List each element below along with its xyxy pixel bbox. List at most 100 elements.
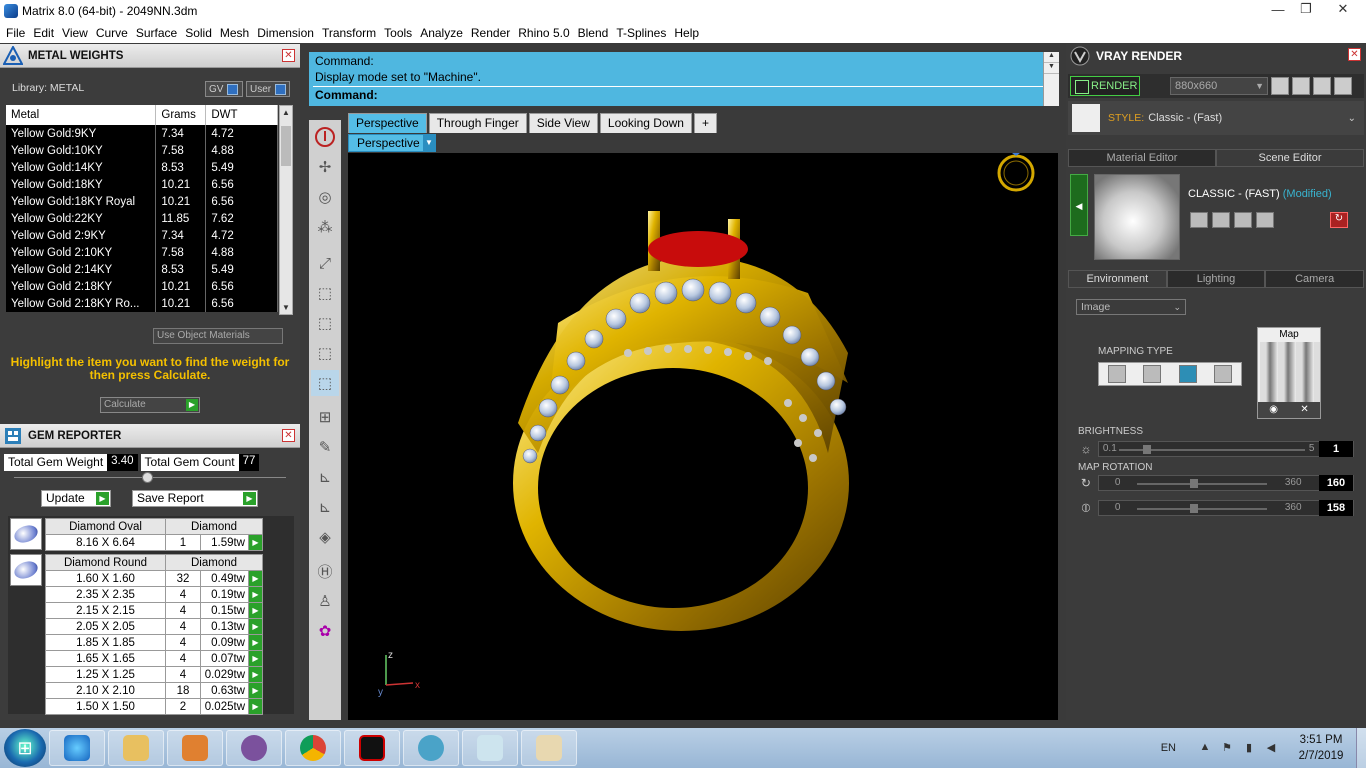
menu-transform[interactable]: Transform — [318, 26, 380, 40]
table-row[interactable]: Yellow Gold 2:10KY 7.58 4.88 — [6, 244, 278, 261]
minimize-button[interactable]: — — [1264, 0, 1292, 18]
taskbar-viber[interactable] — [226, 730, 282, 766]
menu-analyze[interactable]: Analyze — [416, 26, 467, 40]
3d-viewport[interactable]: z x y — [348, 153, 1058, 720]
cube-front-icon[interactable]: ⬚ — [311, 310, 339, 336]
tab-camera[interactable]: Camera — [1265, 270, 1365, 288]
mapping-sphere-icon[interactable] — [1178, 365, 1197, 383]
metal-weights-close-icon[interactable]: ✕ — [282, 49, 295, 62]
tab-through-finger[interactable]: Through Finger — [428, 113, 527, 133]
table-row[interactable]: Yellow Gold 2:9KY 7.34 4.72 — [6, 227, 278, 244]
table-row[interactable]: Yellow Gold:18KY Royal 10.21 6.56 — [6, 193, 278, 210]
axes-icon[interactable]: ⤢ — [311, 250, 339, 276]
table-row[interactable]: 1.25 X 1.25 4 0.029tw ▶ — [45, 666, 263, 683]
rotation-value[interactable]: 158 — [1319, 500, 1353, 516]
history-icon[interactable]: Ⓗ — [311, 558, 339, 584]
cube-top-icon[interactable]: ⬚ — [311, 280, 339, 306]
menu-file[interactable]: File — [2, 26, 29, 40]
ortho-off-icon[interactable]: ⊾ — [311, 464, 339, 490]
table-row[interactable]: 2.05 X 2.05 4 0.13tw ▶ — [45, 618, 263, 635]
select-arrow-icon[interactable]: ▶ — [248, 666, 263, 683]
table-row[interactable]: Yellow Gold:9KY 7.34 4.72 — [6, 125, 278, 142]
globe-icon[interactable]: ◎ — [311, 184, 339, 210]
select-arrow-icon[interactable]: ▶ — [248, 650, 263, 667]
scroll-thumb[interactable] — [281, 126, 291, 166]
menu-view[interactable]: View — [58, 26, 92, 40]
table-row[interactable]: 1.65 X 1.65 4 0.07tw ▶ — [45, 650, 263, 667]
menu-tools[interactable]: Tools — [380, 26, 416, 40]
collapse-arrow-icon[interactable]: ◀ — [1070, 174, 1088, 236]
table-row[interactable]: 1.50 X 1.50 2 0.025tw ▶ — [45, 698, 263, 715]
export-icon[interactable] — [1256, 212, 1274, 228]
clock[interactable]: 3:51 PM 2/7/2019 — [1286, 732, 1356, 764]
select-arrow-icon[interactable]: ▶ — [248, 570, 263, 587]
tab-scene-editor[interactable]: Scene Editor — [1216, 149, 1364, 167]
select-arrow-icon[interactable]: ▶ — [248, 618, 263, 635]
table-row[interactable]: Yellow Gold 2:18KY 10.21 6.56 — [6, 278, 278, 295]
pencil-icon[interactable]: ✎ — [311, 434, 339, 460]
menu-mesh[interactable]: Mesh — [216, 26, 253, 40]
color-picker-icon[interactable]: ◉ — [1269, 402, 1278, 418]
stop-icon[interactable] — [311, 124, 339, 150]
grid-snap-icon[interactable]: ⊞ — [311, 404, 339, 430]
cube-perspective-icon[interactable]: ⬚ — [311, 370, 339, 396]
table-row[interactable]: Yellow Gold:22KY 11.85 7.62 — [6, 210, 278, 227]
cube-side-icon[interactable]: ⬚ — [311, 340, 339, 366]
person-icon[interactable]: ♙ — [311, 588, 339, 614]
menu-tsplines[interactable]: T-Splines — [612, 26, 670, 40]
table-row[interactable]: Yellow Gold:14KY 8.53 5.49 — [6, 159, 278, 176]
gem-splitter[interactable] — [14, 472, 286, 483]
taskbar-explorer[interactable] — [108, 730, 164, 766]
tab-lighting[interactable]: Lighting — [1166, 270, 1266, 288]
resolution-select[interactable]: 880x660 ▼ — [1170, 77, 1268, 95]
slider-knob[interactable] — [1142, 445, 1151, 454]
viewport-mode-dropdown[interactable]: Perspective ▼ — [348, 134, 436, 152]
save-as-icon[interactable] — [1212, 212, 1230, 228]
menu-blend[interactable]: Blend — [574, 26, 613, 40]
table-row[interactable]: 2.15 X 2.15 4 0.15tw ▶ — [45, 602, 263, 619]
import-icon[interactable] — [1234, 212, 1252, 228]
slider-knob[interactable] — [1190, 504, 1199, 513]
select-arrow-icon[interactable]: ▶ — [248, 698, 263, 715]
col-dwt[interactable]: DWT — [205, 105, 278, 125]
calculate-button[interactable]: Calculate ▶ — [100, 397, 200, 413]
close-button[interactable]: ✕ — [1320, 0, 1366, 18]
tab-environment[interactable]: Environment — [1068, 270, 1167, 288]
splitter-knob[interactable] — [142, 472, 153, 483]
save-icon[interactable] — [1190, 212, 1208, 228]
metal-table-scrollbar[interactable]: ▲ ▼ — [279, 105, 293, 315]
tab-side-view[interactable]: Side View — [528, 113, 598, 133]
col-grams[interactable]: Grams — [155, 105, 207, 125]
rotation-horizontal-slider[interactable]: ↻ 0 360 160 — [1078, 474, 1354, 492]
add-tab-button[interactable]: + — [693, 113, 717, 133]
taskbar-internet-explorer[interactable] — [49, 730, 105, 766]
oval-gem-thumbnail[interactable] — [10, 518, 42, 550]
style-selector[interactable]: STYLE: Classic - (Fast) ⌄ — [1068, 101, 1364, 135]
scroll-up-icon[interactable]: ▲ — [1044, 52, 1059, 63]
volume-icon[interactable]: ◀ — [1264, 741, 1278, 755]
taskbar-paint[interactable] — [521, 730, 577, 766]
settings-gear-icon[interactable]: ✿ — [311, 618, 339, 644]
table-row[interactable]: Yellow Gold 2:14KY 8.53 5.49 — [6, 261, 278, 278]
render-button[interactable]: RENDER — [1070, 76, 1140, 96]
nodes-icon[interactable]: ⁂ — [311, 214, 339, 240]
table-row[interactable]: Yellow Gold 2:18KY Ro... 10.21 6.56 — [6, 295, 278, 312]
gem-reporter-close-icon[interactable]: ✕ — [282, 429, 295, 442]
brightness-value[interactable]: 1 — [1319, 441, 1353, 457]
table-row[interactable]: 1.85 X 1.85 4 0.09tw ▶ — [45, 634, 263, 651]
menu-dimension[interactable]: Dimension — [253, 26, 318, 40]
command-prompt[interactable]: Command: — [315, 88, 378, 102]
mapping-cube-icon[interactable] — [1143, 365, 1162, 383]
use-object-materials-button[interactable]: Use Object Materials — [153, 328, 283, 344]
frame-buffer-icon[interactable] — [1292, 77, 1310, 95]
select-arrow-icon[interactable]: ▶ — [248, 586, 263, 603]
taskbar-media-player[interactable] — [167, 730, 223, 766]
language-indicator[interactable]: EN — [1161, 742, 1176, 754]
slider-knob[interactable] — [1190, 479, 1199, 488]
tab-perspective[interactable]: Perspective — [348, 113, 427, 133]
ortho-r-icon[interactable]: ⊾ — [311, 494, 339, 520]
grid-icon[interactable] — [1334, 77, 1352, 95]
tray-expand-icon[interactable]: ▲ — [1198, 741, 1212, 755]
user-toggle[interactable]: User — [246, 81, 290, 97]
brightness-slider[interactable]: ☼ 0.1 5 1 — [1078, 440, 1354, 458]
